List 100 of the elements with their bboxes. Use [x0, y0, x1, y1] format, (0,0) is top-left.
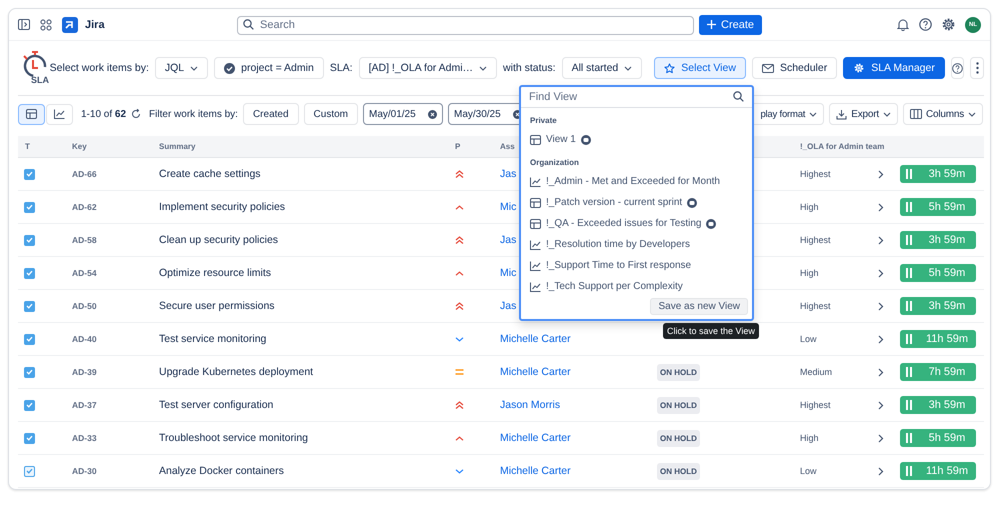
issue-key[interactable]: AD-39: [72, 367, 159, 377]
export-button[interactable]: Export: [829, 103, 898, 125]
issue-key[interactable]: AD-58: [72, 235, 159, 245]
mode-dropdown[interactable]: JQL: [154, 57, 208, 79]
sla-manager-button[interactable]: SLA Manager: [843, 57, 945, 79]
assignee-link[interactable]: Michelle Carter: [500, 333, 657, 345]
row-checkbox[interactable]: [24, 334, 35, 344]
help-icon[interactable]: [919, 18, 932, 31]
sla-dropdown[interactable]: [AD] !_OLA for Admi…: [358, 57, 498, 79]
issue-summary[interactable]: Test service monitoring: [159, 333, 452, 345]
chevron-right-icon[interactable]: [878, 466, 884, 476]
more-button[interactable]: [970, 57, 984, 79]
chevron-right-icon[interactable]: [878, 434, 884, 442]
issue-summary[interactable]: Test server configuration: [159, 399, 452, 411]
columns-button[interactable]: Columns: [902, 103, 983, 125]
issue-key[interactable]: AD-66: [72, 169, 159, 179]
view-menu-item[interactable]: !_Admin - Met and Exceeded for Month: [521, 171, 752, 192]
column-header: Ass: [500, 142, 516, 151]
section-heading: Organization: [529, 157, 580, 169]
help-button[interactable]: [950, 57, 964, 79]
assignee-link[interactable]: Jason Morris: [500, 399, 657, 411]
pause-icon[interactable]: [906, 202, 912, 212]
pause-icon[interactable]: [906, 334, 912, 344]
scheduler-button[interactable]: Scheduler: [752, 57, 838, 79]
row-checkbox[interactable]: [24, 202, 35, 212]
pause-icon[interactable]: [906, 466, 912, 476]
pause-icon[interactable]: [906, 301, 912, 311]
priority-text: Low: [800, 466, 818, 476]
row-checkbox[interactable]: [24, 234, 35, 246]
clear-icon[interactable]: [428, 110, 437, 118]
sla-label: SLA:: [330, 62, 353, 74]
issue-summary[interactable]: Upgrade Kubernetes deployment: [159, 366, 452, 378]
chart-icon: [530, 176, 541, 186]
assignee-link[interactable]: Michelle Carter: [500, 432, 657, 444]
pause-icon[interactable]: [906, 235, 912, 245]
pause-icon[interactable]: [906, 268, 912, 278]
view-menu-item[interactable]: !_QA - Exceeded issues for Testing: [521, 213, 752, 234]
chevron-right-icon[interactable]: [878, 302, 884, 310]
assignee-link[interactable]: Michelle Carter: [500, 465, 657, 477]
bell-icon[interactable]: [897, 18, 909, 31]
status-dropdown[interactable]: All started: [562, 57, 642, 79]
pause-icon[interactable]: [906, 367, 912, 377]
view-menu-item[interactable]: !_Resolution time by Developers: [521, 234, 752, 255]
table-view-tab[interactable]: [18, 104, 45, 124]
view-menu-item[interactable]: !_Patch version - current sprint: [521, 192, 752, 213]
row-checkbox[interactable]: [24, 300, 35, 312]
row-checkbox[interactable]: [24, 268, 35, 278]
chevron-right-icon[interactable]: [878, 236, 884, 244]
save-view-button[interactable]: Save as new View: [650, 298, 748, 315]
app-logo-icon[interactable]: [62, 16, 78, 32]
refresh-icon[interactable]: [131, 109, 142, 119]
range-button[interactable]: Custom: [304, 103, 358, 125]
chevron-right-icon[interactable]: [878, 170, 884, 178]
assignee-link[interactable]: Michelle Carter: [500, 366, 657, 378]
issue-key[interactable]: AD-54: [72, 268, 159, 278]
row-checkbox[interactable]: [24, 432, 35, 444]
row-checkbox[interactable]: [24, 366, 35, 378]
issue-summary[interactable]: Analyze Docker containers: [159, 465, 452, 477]
date-field[interactable]: May/01/25: [362, 103, 443, 125]
create-button[interactable]: Create: [699, 14, 762, 34]
issue-key[interactable]: AD-33: [72, 433, 159, 443]
issue-key[interactable]: AD-37: [72, 400, 159, 410]
find-view-field[interactable]: Find View: [521, 87, 752, 107]
issue-summary[interactable]: Secure user permissions: [159, 300, 452, 312]
view-menu-item[interactable]: !_Tech Support per Complexity: [521, 276, 752, 297]
pause-icon[interactable]: [906, 433, 912, 443]
chevron-right-icon[interactable]: [878, 268, 884, 278]
issue-key[interactable]: AD-62: [72, 202, 159, 212]
issue-summary[interactable]: Optimize resource limits: [159, 267, 452, 279]
pause-icon[interactable]: [906, 169, 912, 179]
app-name[interactable]: Jira: [85, 18, 105, 30]
view-menu-item[interactable]: !_Support Time to First response: [521, 255, 752, 276]
app-grid-icon[interactable]: [40, 18, 52, 30]
issue-key[interactable]: AD-50: [72, 301, 159, 311]
issue-summary[interactable]: Implement security policies: [159, 201, 452, 213]
pause-icon[interactable]: [906, 400, 912, 410]
settings-icon[interactable]: [942, 18, 955, 31]
view-menu-item[interactable]: View 1: [521, 129, 752, 150]
search-field[interactable]: Search: [237, 16, 694, 34]
caret-icon: [968, 112, 976, 116]
select-view-button[interactable]: Select View: [654, 57, 746, 79]
row-checkbox[interactable]: [24, 168, 35, 180]
issue-summary[interactable]: Troubleshoot service monitoring: [159, 432, 452, 444]
date-field-button[interactable]: Created: [242, 103, 299, 125]
issue-summary[interactable]: Clean up security policies: [159, 234, 452, 246]
chevron-right-icon[interactable]: [878, 334, 884, 344]
row-checkbox[interactable]: [24, 466, 35, 476]
issue-key[interactable]: AD-40: [72, 334, 159, 344]
issue-summary[interactable]: Create cache settings: [159, 168, 452, 180]
query-chip[interactable]: project = Admin: [214, 57, 324, 79]
sla-timer: 7h 59m: [900, 363, 976, 381]
table-icon: [530, 134, 541, 144]
issue-key[interactable]: AD-30: [72, 466, 159, 476]
chevron-right-icon[interactable]: [878, 368, 884, 376]
sla-timer: 5h 59m: [900, 198, 976, 216]
row-checkbox[interactable]: [24, 400, 35, 410]
chevron-right-icon[interactable]: [878, 400, 884, 410]
sidebar-toggle-icon[interactable]: [18, 19, 30, 30]
chart-view-tab[interactable]: [46, 104, 73, 124]
chevron-right-icon[interactable]: [878, 202, 884, 212]
